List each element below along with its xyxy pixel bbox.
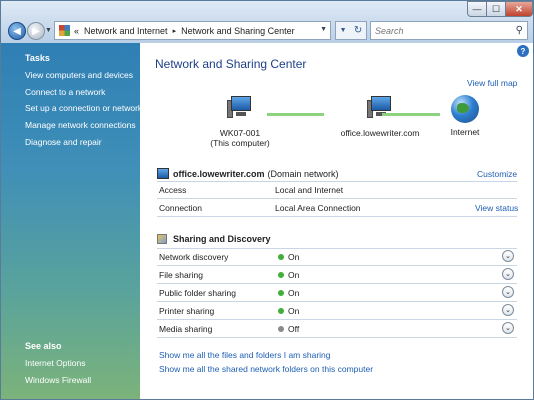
map-node-computer[interactable]: WK07-001 (This computer): [205, 96, 275, 148]
address-bar[interactable]: « Network and Internet ▸ Network and Sha…: [54, 21, 331, 40]
access-value: Local and Internet: [275, 185, 344, 195]
sharing-state-printer: On: [288, 306, 300, 316]
link-show-shared-files[interactable]: Show me all the files and folders I am s…: [159, 350, 331, 360]
minimize-button[interactable]: —: [467, 1, 487, 17]
connection-label: Connection: [159, 203, 203, 213]
refresh-button[interactable]: ▼ ↻: [335, 21, 367, 40]
internet-label: Internet: [450, 127, 480, 137]
status-dot: [278, 308, 284, 314]
sharing-state-network-discovery: On: [288, 252, 300, 262]
sharing-discovery-heading: Sharing and Discovery: [157, 234, 271, 244]
network-icon: [157, 168, 169, 179]
sharing-label-media: Media sharing: [159, 324, 213, 334]
chevron-down-icon: ⌄: [505, 325, 511, 332]
expand-media-sharing-button[interactable]: ⌄: [502, 322, 514, 334]
expand-network-discovery-button[interactable]: ⌄: [502, 250, 514, 262]
connection-value: Local Area Connection: [275, 203, 361, 213]
map-node-domain[interactable]: office.lowewriter.com: [310, 96, 450, 138]
status-dot: [278, 290, 284, 296]
map-node-internet[interactable]: Internet: [440, 95, 490, 137]
sharing-state-media: Off: [288, 324, 300, 334]
chevron-down-icon: ⌄: [505, 253, 511, 260]
divider: [157, 265, 517, 266]
help-icon[interactable]: ?: [517, 45, 529, 57]
sharing-label-public-folder: Public folder sharing: [159, 288, 237, 298]
maximize-button[interactable]: ☐: [486, 1, 506, 17]
customize-link[interactable]: Customize: [477, 169, 517, 179]
view-full-map-link[interactable]: View full map: [467, 78, 517, 88]
divider: [157, 337, 517, 338]
divider: [157, 198, 517, 199]
link-internet-options[interactable]: Internet Options: [25, 358, 85, 368]
tasks-heading: Tasks: [25, 53, 50, 63]
sharing-label-network-discovery: Network discovery: [159, 252, 229, 262]
arrow-left-icon: ◀: [13, 25, 21, 37]
chevron-down-icon: ⌄: [505, 307, 511, 314]
task-setup-connection[interactable]: Set up a connection or network: [25, 103, 142, 113]
divider: [157, 319, 517, 320]
divider: [157, 181, 517, 182]
chevron-down-icon: ⌄: [505, 271, 511, 278]
dropdown-arrow-icon[interactable]: ▼: [340, 27, 347, 34]
divider: [157, 248, 517, 249]
arrow-right-icon: ▶: [32, 25, 40, 37]
domain-name: office.lowewriter.com: [340, 128, 420, 138]
breadcrumb-network-and-internet[interactable]: Network and Internet: [84, 26, 168, 36]
task-diagnose-repair[interactable]: Diagnose and repair: [25, 137, 102, 147]
computer-name: WK07-001: [219, 128, 261, 138]
breadcrumb-separator[interactable]: ▸: [173, 27, 177, 35]
network-type: (Domain network): [267, 168, 339, 179]
forward-button[interactable]: ▶: [27, 22, 45, 40]
control-panel-icon: [59, 25, 70, 36]
map-connector: [382, 113, 440, 116]
close-button[interactable]: ✕: [505, 1, 533, 17]
status-dot: [278, 272, 284, 278]
page-title: Network and Sharing Center: [155, 57, 307, 71]
sharing-icon: [157, 234, 167, 244]
link-show-shared-folders[interactable]: Show me all the shared network folders o…: [159, 364, 373, 374]
task-manage-connections[interactable]: Manage network connections: [25, 120, 136, 130]
main-content: ? Network and Sharing Center View full m…: [140, 43, 533, 399]
chevron-down-icon: ⌄: [505, 289, 511, 296]
see-also-heading: See also: [25, 341, 62, 351]
link-windows-firewall[interactable]: Windows Firewall: [25, 375, 91, 385]
divider: [157, 283, 517, 284]
task-connect-network[interactable]: Connect to a network: [25, 87, 105, 97]
globe-icon: [451, 95, 479, 123]
refresh-icon[interactable]: ↻: [354, 25, 362, 36]
back-button[interactable]: ◀: [8, 22, 26, 40]
computer-icon: [227, 96, 253, 120]
network-computers-icon: [367, 96, 393, 120]
sharing-state-public-folder: On: [288, 288, 300, 298]
access-label: Access: [159, 185, 187, 195]
search-icon[interactable]: ⚲: [516, 25, 523, 36]
sharing-label-file-sharing: File sharing: [159, 270, 203, 280]
computer-subtitle: (This computer): [210, 138, 270, 148]
chevron-down-icon[interactable]: ▼: [320, 26, 327, 33]
expand-file-sharing-button[interactable]: ⌄: [502, 268, 514, 280]
breadcrumb-network-and-sharing-center[interactable]: Network and Sharing Center: [181, 26, 295, 36]
sidebar: Tasks View computers and devices Connect…: [1, 43, 142, 399]
network-name: office.lowewriter.com: [173, 168, 265, 179]
recent-pages-dropdown[interactable]: ▼: [45, 27, 52, 34]
status-dot: [278, 326, 284, 332]
window: — ☐ ✕ ◀ ▶ ▼ « Network and Internet ▸ Net…: [0, 0, 534, 400]
sharing-label-printer: Printer sharing: [159, 306, 215, 316]
address-prefix[interactable]: «: [74, 26, 79, 36]
divider: [157, 301, 517, 302]
expand-public-folder-button[interactable]: ⌄: [502, 286, 514, 298]
task-view-computers[interactable]: View computers and devices: [25, 70, 133, 80]
search-input[interactable]: [375, 25, 505, 36]
expand-printer-sharing-button[interactable]: ⌄: [502, 304, 514, 316]
network-header: office.lowewriter.com (Domain network): [157, 168, 339, 179]
sharing-state-file-sharing: On: [288, 270, 300, 280]
sharing-discovery-title: Sharing and Discovery: [173, 234, 271, 244]
divider: [157, 216, 517, 217]
view-status-link[interactable]: View status: [475, 203, 518, 213]
title-bar: — ☐ ✕ ◀ ▶ ▼ « Network and Internet ▸ Net…: [1, 1, 533, 43]
search-box[interactable]: ⚲: [370, 21, 528, 40]
status-dot: [278, 254, 284, 260]
